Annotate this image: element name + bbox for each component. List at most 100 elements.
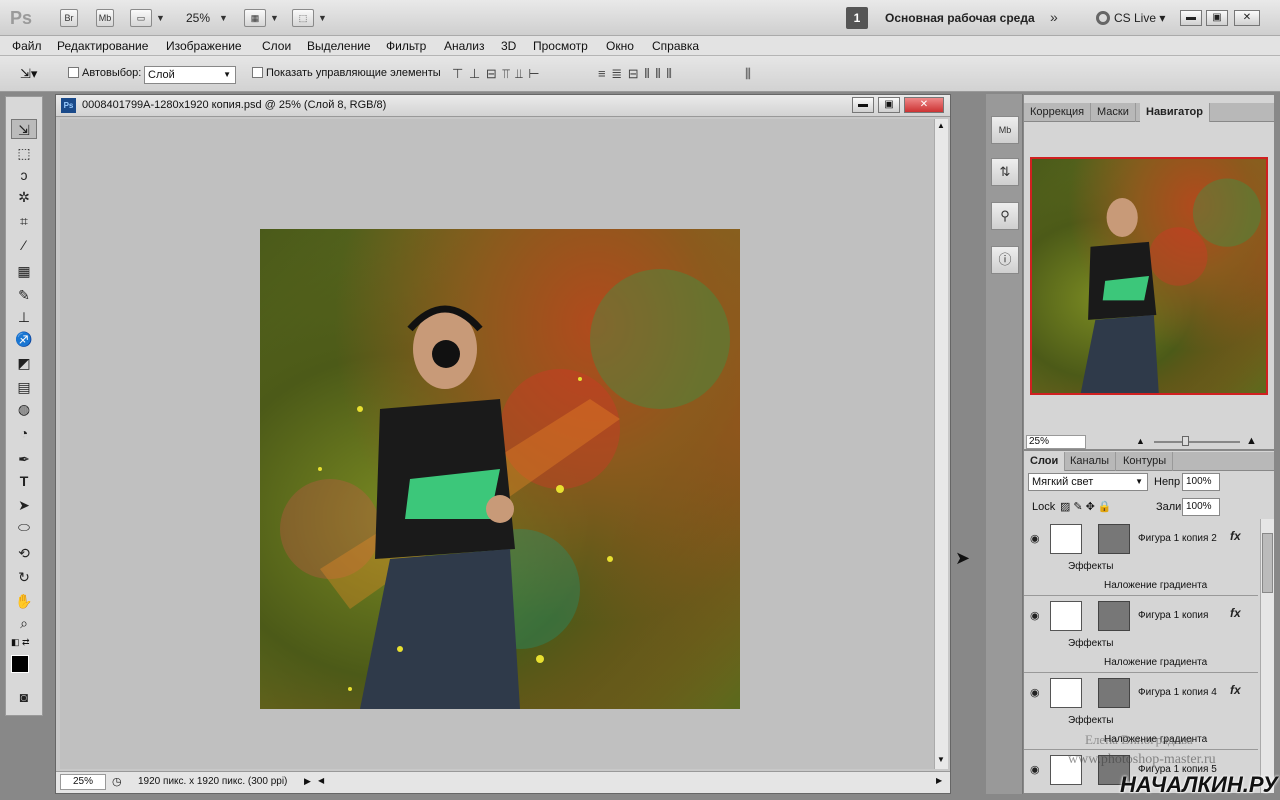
zoom-level-select[interactable]: 25%: [186, 11, 210, 25]
3d-orbit-tool-icon[interactable]: ↻: [11, 567, 37, 587]
quick-selection-tool-icon[interactable]: ✲: [11, 187, 37, 207]
close-button[interactable]: ✕: [1234, 10, 1260, 26]
align-icons[interactable]: ⊤ ⊥ ⊟ ⫪ ⫫ ⊢: [452, 66, 541, 82]
3d-rotate-tool-icon[interactable]: ⟲: [11, 543, 37, 563]
auto-select-dropdown[interactable]: Слой ▼: [144, 66, 236, 84]
pen-tool-icon[interactable]: ✒: [11, 449, 37, 469]
document-minimize-button[interactable]: ▬: [852, 97, 874, 113]
zoom-tool-icon[interactable]: ⌕: [11, 613, 37, 633]
scroll-left-icon[interactable]: ◀: [318, 776, 324, 785]
type-tool-icon[interactable]: T: [11, 471, 37, 491]
auto-align-icon[interactable]: ⫼: [745, 66, 752, 82]
healing-brush-tool-icon[interactable]: ▦: [11, 261, 37, 281]
tab-channels[interactable]: Каналы: [1064, 452, 1117, 471]
scroll-down-icon[interactable]: ▼: [937, 755, 945, 764]
tab-adjustments[interactable]: Коррекция: [1024, 103, 1092, 122]
more-workspaces-icon[interactable]: »: [1050, 9, 1058, 25]
navigator-zoom-slider[interactable]: [1154, 441, 1240, 443]
status-info-icon[interactable]: ◷: [112, 775, 122, 788]
hand-tool-icon[interactable]: ✋: [11, 591, 37, 611]
menu-image[interactable]: Изображение: [166, 39, 242, 53]
menu-select[interactable]: Выделение: [307, 39, 371, 53]
screen-mode-icon[interactable]: ⬚: [292, 9, 314, 27]
mini-bridge-panel-icon[interactable]: Mb: [991, 116, 1019, 144]
foreground-color-swatch[interactable]: [11, 655, 29, 673]
visibility-eye-icon[interactable]: ◉: [1030, 532, 1040, 545]
navigator-thumbnail[interactable]: [1030, 157, 1268, 395]
chevron-down-icon[interactable]: ▼: [318, 13, 327, 23]
eraser-tool-icon[interactable]: ◩: [11, 353, 37, 373]
scroll-up-icon[interactable]: ▲: [937, 121, 945, 130]
zoom-slider-thumb[interactable]: [1182, 436, 1189, 446]
zoom-out-icon[interactable]: ▲: [1136, 436, 1145, 446]
document-close-button[interactable]: ✕: [904, 97, 944, 113]
default-colors-icon[interactable]: ◧ ⇄: [11, 637, 30, 648]
crop-tool-icon[interactable]: ⌗: [11, 211, 37, 231]
minimize-button[interactable]: ▬: [1180, 10, 1202, 26]
zoom-in-icon[interactable]: ▲: [1246, 435, 1257, 447]
history-brush-tool-icon[interactable]: ♐: [11, 329, 37, 349]
gradient-tool-icon[interactable]: ▤: [11, 377, 37, 397]
mini-bridge-button[interactable]: Mb: [96, 9, 114, 27]
fx-icon[interactable]: fx: [1230, 606, 1241, 620]
workspace-name[interactable]: Основная рабочая среда: [885, 11, 1035, 25]
fx-icon[interactable]: fx: [1230, 529, 1241, 543]
path-selection-tool-icon[interactable]: ➤: [11, 495, 37, 515]
menu-help[interactable]: Справка: [652, 39, 699, 53]
move-tool-icon[interactable]: ⇲: [11, 119, 37, 139]
menu-file[interactable]: Файл: [12, 39, 42, 53]
visibility-eye-icon[interactable]: ◉: [1030, 763, 1040, 776]
layer-row[interactable]: ◉ Фигура 1 копия 2 fx Эффекты Наложение …: [1024, 519, 1258, 596]
vertical-scrollbar[interactable]: ▲ ▼: [934, 119, 948, 769]
brush-tool-icon[interactable]: ✎: [11, 285, 37, 305]
chevron-down-icon[interactable]: ▼: [219, 13, 228, 23]
scroll-right-icon[interactable]: ▶: [936, 776, 942, 785]
layers-scroll-thumb[interactable]: [1262, 533, 1273, 593]
canvas-area[interactable]: [60, 119, 934, 769]
dodge-tool-icon[interactable]: ◔: [11, 423, 37, 443]
layer-row[interactable]: ◉ Фигура 1 копия fx Эффекты Наложение гр…: [1024, 596, 1258, 673]
eyedropper-tool-icon[interactable]: ⁄: [11, 235, 37, 255]
menu-analysis[interactable]: Анализ: [444, 39, 485, 53]
distribute-icons[interactable]: ≡ ≣ ⊟ ⫴ ⫴ ⫴: [598, 66, 673, 82]
menu-filter[interactable]: Фильтр: [386, 39, 426, 53]
workspace-number[interactable]: 1: [846, 7, 868, 29]
chevron-down-icon[interactable]: ▼: [156, 13, 165, 23]
info-panel-icon[interactable]: ⓘ: [991, 246, 1019, 274]
tab-masks[interactable]: Маски: [1091, 103, 1136, 122]
document-restore-button[interactable]: ▣: [878, 97, 900, 113]
navigator-zoom-field[interactable]: 25%: [1026, 435, 1086, 449]
show-transform-controls-checkbox[interactable]: Показать управляющие элементы: [252, 67, 441, 79]
marquee-tool-icon[interactable]: ⬚: [11, 143, 37, 163]
blend-mode-dropdown[interactable]: Мягкий свет ▼: [1028, 473, 1148, 491]
lock-icons[interactable]: ▨✎✥🔒: [1060, 500, 1115, 513]
menu-edit[interactable]: Редактирование: [57, 39, 148, 53]
menu-window[interactable]: Окно: [606, 39, 634, 53]
layers-scrollbar[interactable]: [1260, 519, 1274, 793]
actions-panel-icon[interactable]: ⚲: [991, 202, 1019, 230]
fill-field[interactable]: 100%: [1182, 498, 1220, 516]
lasso-tool-icon[interactable]: ↄ: [11, 165, 37, 185]
menu-layers[interactable]: Слои: [262, 39, 291, 53]
fx-icon[interactable]: fx: [1230, 683, 1241, 697]
status-menu-arrow-icon[interactable]: ▶: [304, 776, 311, 787]
clone-stamp-tool-icon[interactable]: ⊥: [11, 307, 37, 327]
quick-mask-icon[interactable]: ◙: [11, 687, 37, 707]
blur-tool-icon[interactable]: ◍: [11, 399, 37, 419]
menu-3d[interactable]: 3D: [501, 39, 516, 53]
tab-navigator[interactable]: Навигатор: [1140, 103, 1210, 122]
shape-tool-icon[interactable]: ⬭: [11, 517, 37, 537]
arrange-documents-icon[interactable]: ▦: [244, 9, 266, 27]
visibility-eye-icon[interactable]: ◉: [1030, 686, 1040, 699]
view-extras-icon[interactable]: ▭: [130, 9, 152, 27]
history-panel-icon[interactable]: ⇅: [991, 158, 1019, 186]
tab-layers[interactable]: Слои: [1024, 452, 1066, 471]
menu-view[interactable]: Просмотр: [533, 39, 588, 53]
chevron-down-icon[interactable]: ▼: [270, 13, 279, 23]
tab-paths[interactable]: Контуры: [1117, 452, 1174, 471]
bridge-button[interactable]: Br: [60, 9, 78, 27]
move-tool-icon[interactable]: ⇲▾: [20, 66, 37, 82]
cs-live-menu[interactable]: CS Live ▾: [1096, 11, 1165, 25]
auto-select-checkbox[interactable]: Автовыбор:: [68, 67, 141, 79]
visibility-eye-icon[interactable]: ◉: [1030, 609, 1040, 622]
